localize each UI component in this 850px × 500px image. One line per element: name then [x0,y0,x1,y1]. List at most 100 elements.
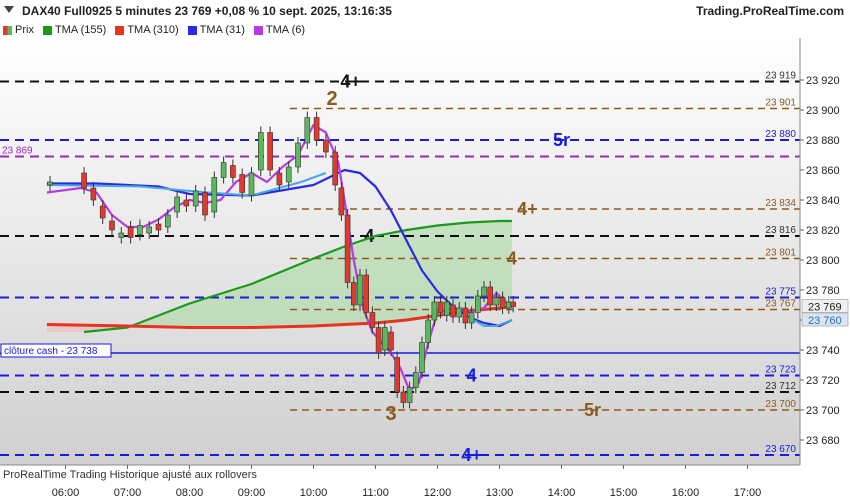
candle-up [357,274,363,306]
level-tag: 4 [507,249,517,269]
cash-close-label: clôture cash - 23 738 [4,346,98,357]
y-tick-label: 23 900 [806,105,840,117]
wave-label: 3 [385,403,396,425]
candle-up [47,181,53,186]
candle-down [109,220,115,231]
candle-up [406,387,413,403]
x-tick-label: 07:00 [114,487,142,499]
legend-label: Prix [15,24,34,36]
candle-down [267,132,273,171]
y-axis-bg [800,38,850,465]
candle-up [137,225,143,235]
legend-item[interactable]: TMA (310) [112,22,179,38]
legend: Prix TMA (155) TMA (310) TMA (31) TMA (6) [0,22,311,38]
level-value-label: 23 834 [765,198,796,209]
candle-up [443,301,450,316]
candle-down [388,331,394,351]
x-tick-label: 17:00 [734,487,762,499]
level-value-label: 23 901 [765,98,796,109]
legend-swatch [187,25,197,35]
x-tick-label: 11:00 [362,487,389,499]
y-tick-label: 23 860 [806,165,840,177]
candle-up [493,297,500,306]
x-tick-label: 08:00 [176,487,204,499]
candle-down [394,357,401,393]
candle-up [381,327,388,351]
candle-up [285,166,292,183]
candle-down [375,327,382,354]
candle-up [165,214,171,228]
candle-up [481,286,487,297]
candle-up [174,196,180,213]
candle-up [248,172,255,196]
legend-item[interactable]: TMA (31) [185,22,245,38]
candle-up [419,342,425,373]
candle-up [211,177,218,213]
y-tick-label: 23 700 [806,405,840,417]
legend-swatch [3,25,12,35]
y-tick-label: 23 740 [806,345,840,357]
left-level-label: 23 869 [2,146,33,157]
candle-up [468,312,475,324]
legend-label: TMA (155) [54,24,107,36]
level-value-label: 23 919 [765,71,796,82]
level-value-label: 23 670 [765,444,796,455]
x-tick-label: 13:00 [486,487,514,499]
candle-down [81,172,87,189]
legend-label: TMA (310) [127,24,179,36]
candle-down [437,301,444,313]
y-tick-label: 23 780 [806,285,840,297]
x-tick-label: 10:00 [300,487,328,499]
level-value-label: 23 767 [765,299,796,310]
candle-up [257,132,264,171]
legend-label: TMA (31) [199,24,245,36]
level-tag: 4+ [461,445,482,465]
candle-up [146,226,152,234]
y-tick-label: 23 920 [806,75,840,87]
candle-up [474,295,481,313]
level-tag: 4 [467,366,477,386]
candle-down [239,174,245,193]
candle-up [425,319,432,343]
candle-down [350,282,357,306]
candle-down [155,223,162,231]
level-tag: 5r [584,400,601,420]
candle-down [462,307,469,324]
level-value-label: 23 700 [765,399,796,410]
x-tick-label: 14:00 [548,487,576,499]
candle-down [363,274,370,313]
level-value-label: 23 712 [765,381,796,392]
candle-up [456,307,463,318]
y-tick-label: 23 820 [806,225,840,237]
level-value-label: 23 880 [765,129,796,140]
legend-item[interactable]: TMA (155) [40,22,106,38]
candle-down [202,192,208,216]
candle-up [220,162,227,178]
legend-label: TMA (6) [265,24,306,36]
level-tag: 4+ [517,199,538,219]
candle-down [499,297,506,309]
legend-item[interactable]: TMA (6) [251,22,305,38]
candle-down [450,304,456,318]
y-tick-label: 23 680 [806,435,840,447]
legend-swatch [253,25,263,35]
level-tag: 5r [553,130,570,150]
candle-up [304,117,311,144]
level-value-label: 23 775 [765,287,796,298]
candle-down [510,301,516,307]
candle-down [332,151,339,186]
level-value-label: 23 723 [765,365,796,376]
candle-down [127,226,134,238]
legend-item[interactable]: Prix [0,22,34,38]
candle-down [230,165,236,178]
price-chart[interactable]: 23 919 4+ 23 901 23 880 5r 23 834 4+ 23 816 4 23 … [0,0,850,500]
candle-down [323,139,329,153]
y-tick-label: 23 880 [806,135,840,147]
y-tick-label: 23 800 [806,255,840,267]
level-value-label: 23 816 [765,225,796,236]
price-tag-label: 23 769 [808,302,842,314]
candle-down [344,214,351,283]
legend-swatch [42,25,52,35]
footer-note: ProRealTime Trading Historique ajusté au… [3,469,257,481]
y-tick-label: 23 840 [806,195,840,207]
